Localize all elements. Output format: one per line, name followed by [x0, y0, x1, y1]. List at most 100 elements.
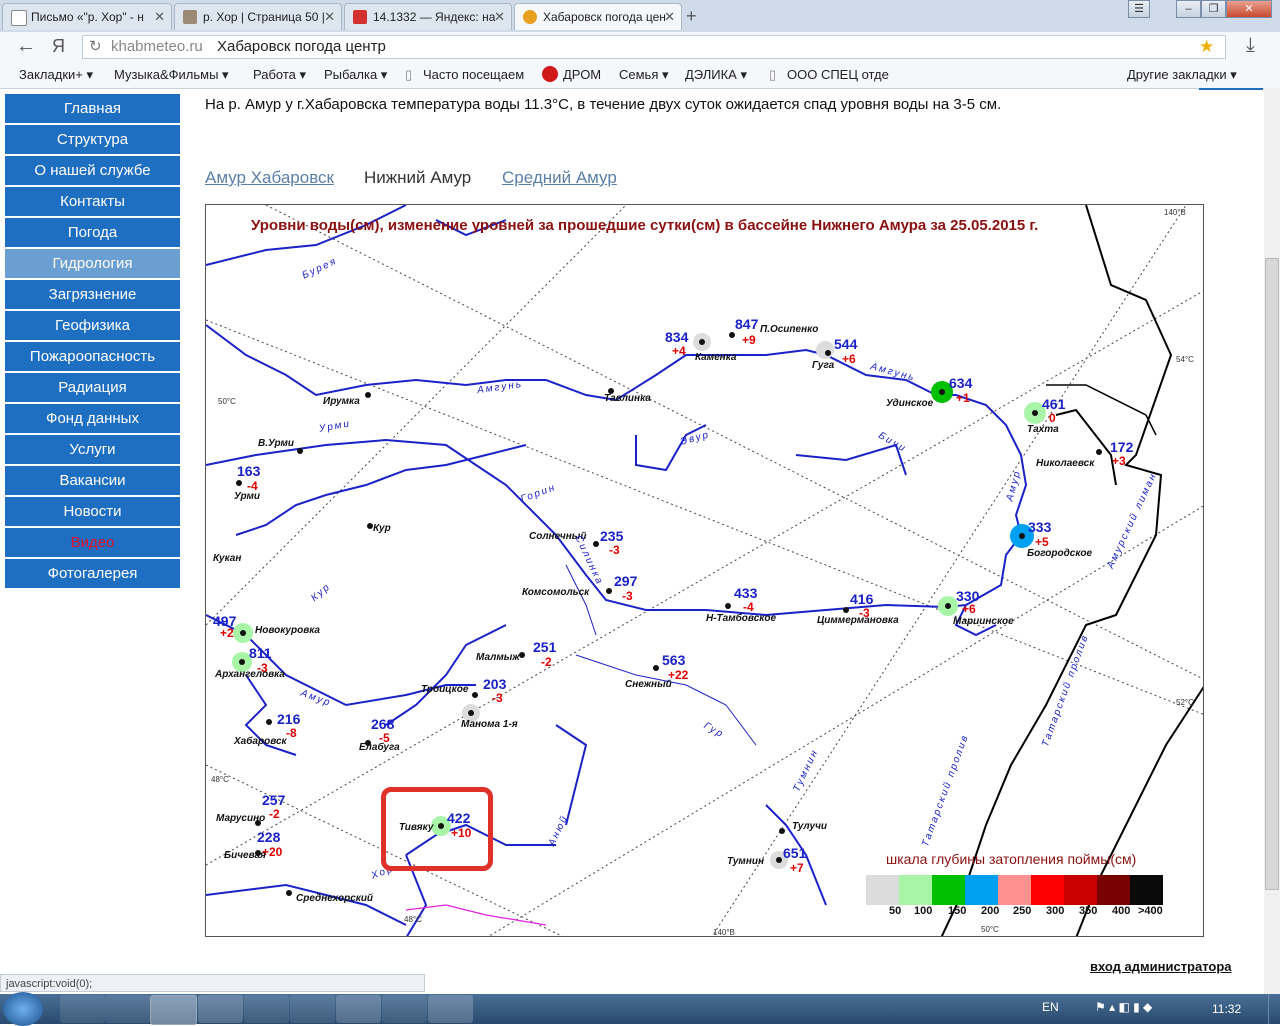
- clock: 11:32: [1212, 1002, 1242, 1016]
- page-icon: ▯: [405, 67, 413, 82]
- tab-strip: Письмо «"р. Хор" - н ✕ р. Хор | Страница…: [0, 0, 1280, 32]
- display-taskbar-icon[interactable]: [428, 995, 473, 1023]
- browser-tab-khabmeteo[interactable]: Хабаровск погода цен ✕: [514, 3, 682, 30]
- bookmark-item[interactable]: Работа ▾: [253, 67, 306, 83]
- terminal-taskbar-icon[interactable]: [382, 995, 427, 1023]
- scrollbar-thumb[interactable]: [1265, 258, 1279, 890]
- scale-label: 200: [981, 905, 1000, 917]
- sidebar-item-contacts[interactable]: Контакты: [5, 187, 180, 217]
- station-name: Каменка: [695, 352, 737, 363]
- sidebar-item-news[interactable]: Новости: [5, 497, 180, 527]
- scale-label: 250: [1013, 905, 1032, 917]
- station-level: 172: [1110, 439, 1134, 455]
- graticule-label: 50°С: [981, 925, 999, 934]
- star-icon[interactable]: ★: [1199, 36, 1214, 58]
- maximize-button[interactable]: ❐: [1201, 0, 1226, 18]
- tab-lower-amur: Нижний Амур: [364, 168, 472, 187]
- status-bar: javascript:void(0);: [0, 974, 425, 992]
- scale-swatch: [965, 875, 998, 905]
- station-level: 461: [1042, 396, 1066, 412]
- graticule-label: 140°В: [1164, 208, 1186, 217]
- download-icon[interactable]: ⤓: [1246, 34, 1255, 57]
- station-level: 251: [533, 639, 557, 655]
- sidebar-item-photo-gallery[interactable]: Фотогалерея: [5, 559, 180, 589]
- bookmark-item[interactable]: Часто посещаем: [423, 67, 524, 82]
- new-tab-icon[interactable]: +: [686, 6, 697, 27]
- station-name: Гуга: [812, 360, 835, 371]
- search-icon: ↻: [89, 38, 102, 55]
- scale-label: 50: [889, 905, 902, 917]
- window-taskbar-icon[interactable]: [336, 995, 381, 1023]
- station-name: Богородское: [1027, 548, 1093, 559]
- firefox-taskbar-icon[interactable]: [60, 995, 105, 1023]
- close-window-button[interactable]: ✕: [1226, 0, 1272, 18]
- bookmark-item[interactable]: Музыка&Фильмы ▾: [114, 67, 229, 83]
- sidebar-item-geophysics[interactable]: Геофизика: [5, 311, 180, 341]
- place-label: Кукан: [213, 553, 242, 564]
- back-arrow-icon[interactable]: ←: [16, 35, 36, 58]
- station-change: -3: [492, 691, 503, 705]
- tab-amur-khabarovsk[interactable]: Амур Хабаровск: [205, 168, 334, 188]
- language-indicator[interactable]: EN: [1042, 1000, 1059, 1014]
- sidebar-item-pollution[interactable]: Загрязнение: [5, 280, 180, 310]
- yandex-browser-taskbar-icon[interactable]: [150, 995, 197, 1025]
- station-change: +7: [790, 861, 804, 875]
- graticule-label: 52°С: [1176, 698, 1194, 707]
- admin-login-link[interactable]: вход администратора: [1090, 959, 1232, 974]
- bookmark-item[interactable]: ДРОМ: [563, 67, 601, 82]
- station-name: Мариинское: [953, 616, 1014, 627]
- tool-taskbar-icon[interactable]: [105, 995, 150, 1023]
- menu-icon[interactable]: ☰: [1128, 0, 1150, 18]
- sun-icon: [523, 10, 537, 24]
- bookmark-item[interactable]: Другие закладки ▾: [1127, 67, 1237, 83]
- sidebar-item-radiation[interactable]: Радиация: [5, 373, 180, 403]
- close-icon[interactable]: ✕: [154, 4, 165, 30]
- scale-swatch: [1097, 875, 1130, 905]
- bookmark-item[interactable]: Закладки+ ▾: [19, 67, 93, 83]
- bookmark-item[interactable]: ДЭЛИКА ▾: [685, 67, 747, 83]
- scale-label: 150: [948, 905, 967, 917]
- sidebar-item-data-fund[interactable]: Фонд данных: [5, 404, 180, 434]
- station-change: -2: [541, 655, 552, 669]
- app-taskbar-icon[interactable]: [290, 995, 335, 1023]
- sidebar-item-hydrology[interactable]: Гидрология: [5, 249, 180, 279]
- address-bar[interactable]: ↻ khabmeteo.ru Хабаровск погода центр ★: [82, 35, 1226, 59]
- sidebar-item-weather[interactable]: Погода: [5, 218, 180, 248]
- bookmark-item[interactable]: ООО СПЕЦ отде: [787, 67, 889, 82]
- station-change: +4: [672, 344, 686, 358]
- station-level: 216: [277, 711, 301, 727]
- folder-taskbar-icon[interactable]: [244, 995, 289, 1023]
- station-name: Комсомольск: [522, 587, 590, 598]
- close-icon[interactable]: ✕: [324, 4, 335, 30]
- station-level: 544: [834, 336, 858, 352]
- close-icon[interactable]: ✕: [664, 4, 675, 30]
- sidebar-item-structure[interactable]: Структура: [5, 125, 180, 155]
- sidebar-item-home[interactable]: Главная: [5, 94, 180, 124]
- minimize-button[interactable]: –: [1176, 0, 1201, 18]
- station-name: Троицкое: [421, 684, 469, 695]
- yandex-logo-icon[interactable]: Я: [52, 36, 65, 57]
- browser-tab-yandex[interactable]: 14.1332 — Яндекс: на ✕: [344, 3, 512, 30]
- start-button[interactable]: [3, 992, 43, 1026]
- tray-icons[interactable]: ⚑ ▴ ◧ ▮ ◆: [1095, 1000, 1152, 1014]
- scale-label: >400: [1138, 905, 1163, 917]
- sidebar-item-fire-danger[interactable]: Пожароопасность: [5, 342, 180, 372]
- scale-swatch: [1064, 875, 1097, 905]
- tab-label: р. Хор | Страница 50 |: [203, 10, 325, 24]
- sidebar-item-video[interactable]: Видео: [5, 528, 180, 558]
- station-level: 563: [662, 652, 686, 668]
- station-change: -3: [609, 543, 620, 557]
- bookmark-item[interactable]: Рыбалка ▾: [324, 67, 387, 83]
- sidebar-item-services[interactable]: Услуги: [5, 435, 180, 465]
- bookmark-item[interactable]: Семья ▾: [619, 67, 669, 83]
- close-icon[interactable]: ✕: [494, 4, 505, 30]
- outlook-taskbar-icon[interactable]: [198, 995, 243, 1023]
- tab-label: Письмо «"р. Хор" - н: [31, 10, 144, 24]
- browser-tab-mail[interactable]: Письмо «"р. Хор" - н ✕: [2, 3, 172, 30]
- tab-middle-amur[interactable]: Средний Амур: [502, 168, 617, 188]
- browser-tab-forum[interactable]: р. Хор | Страница 50 | ✕: [174, 3, 342, 30]
- show-desktop-button[interactable]: [1268, 994, 1280, 1024]
- sidebar-item-about[interactable]: О нашей службе: [5, 156, 180, 186]
- sidebar-item-vacancies[interactable]: Вакансии: [5, 466, 180, 496]
- station-change: +6: [842, 352, 856, 366]
